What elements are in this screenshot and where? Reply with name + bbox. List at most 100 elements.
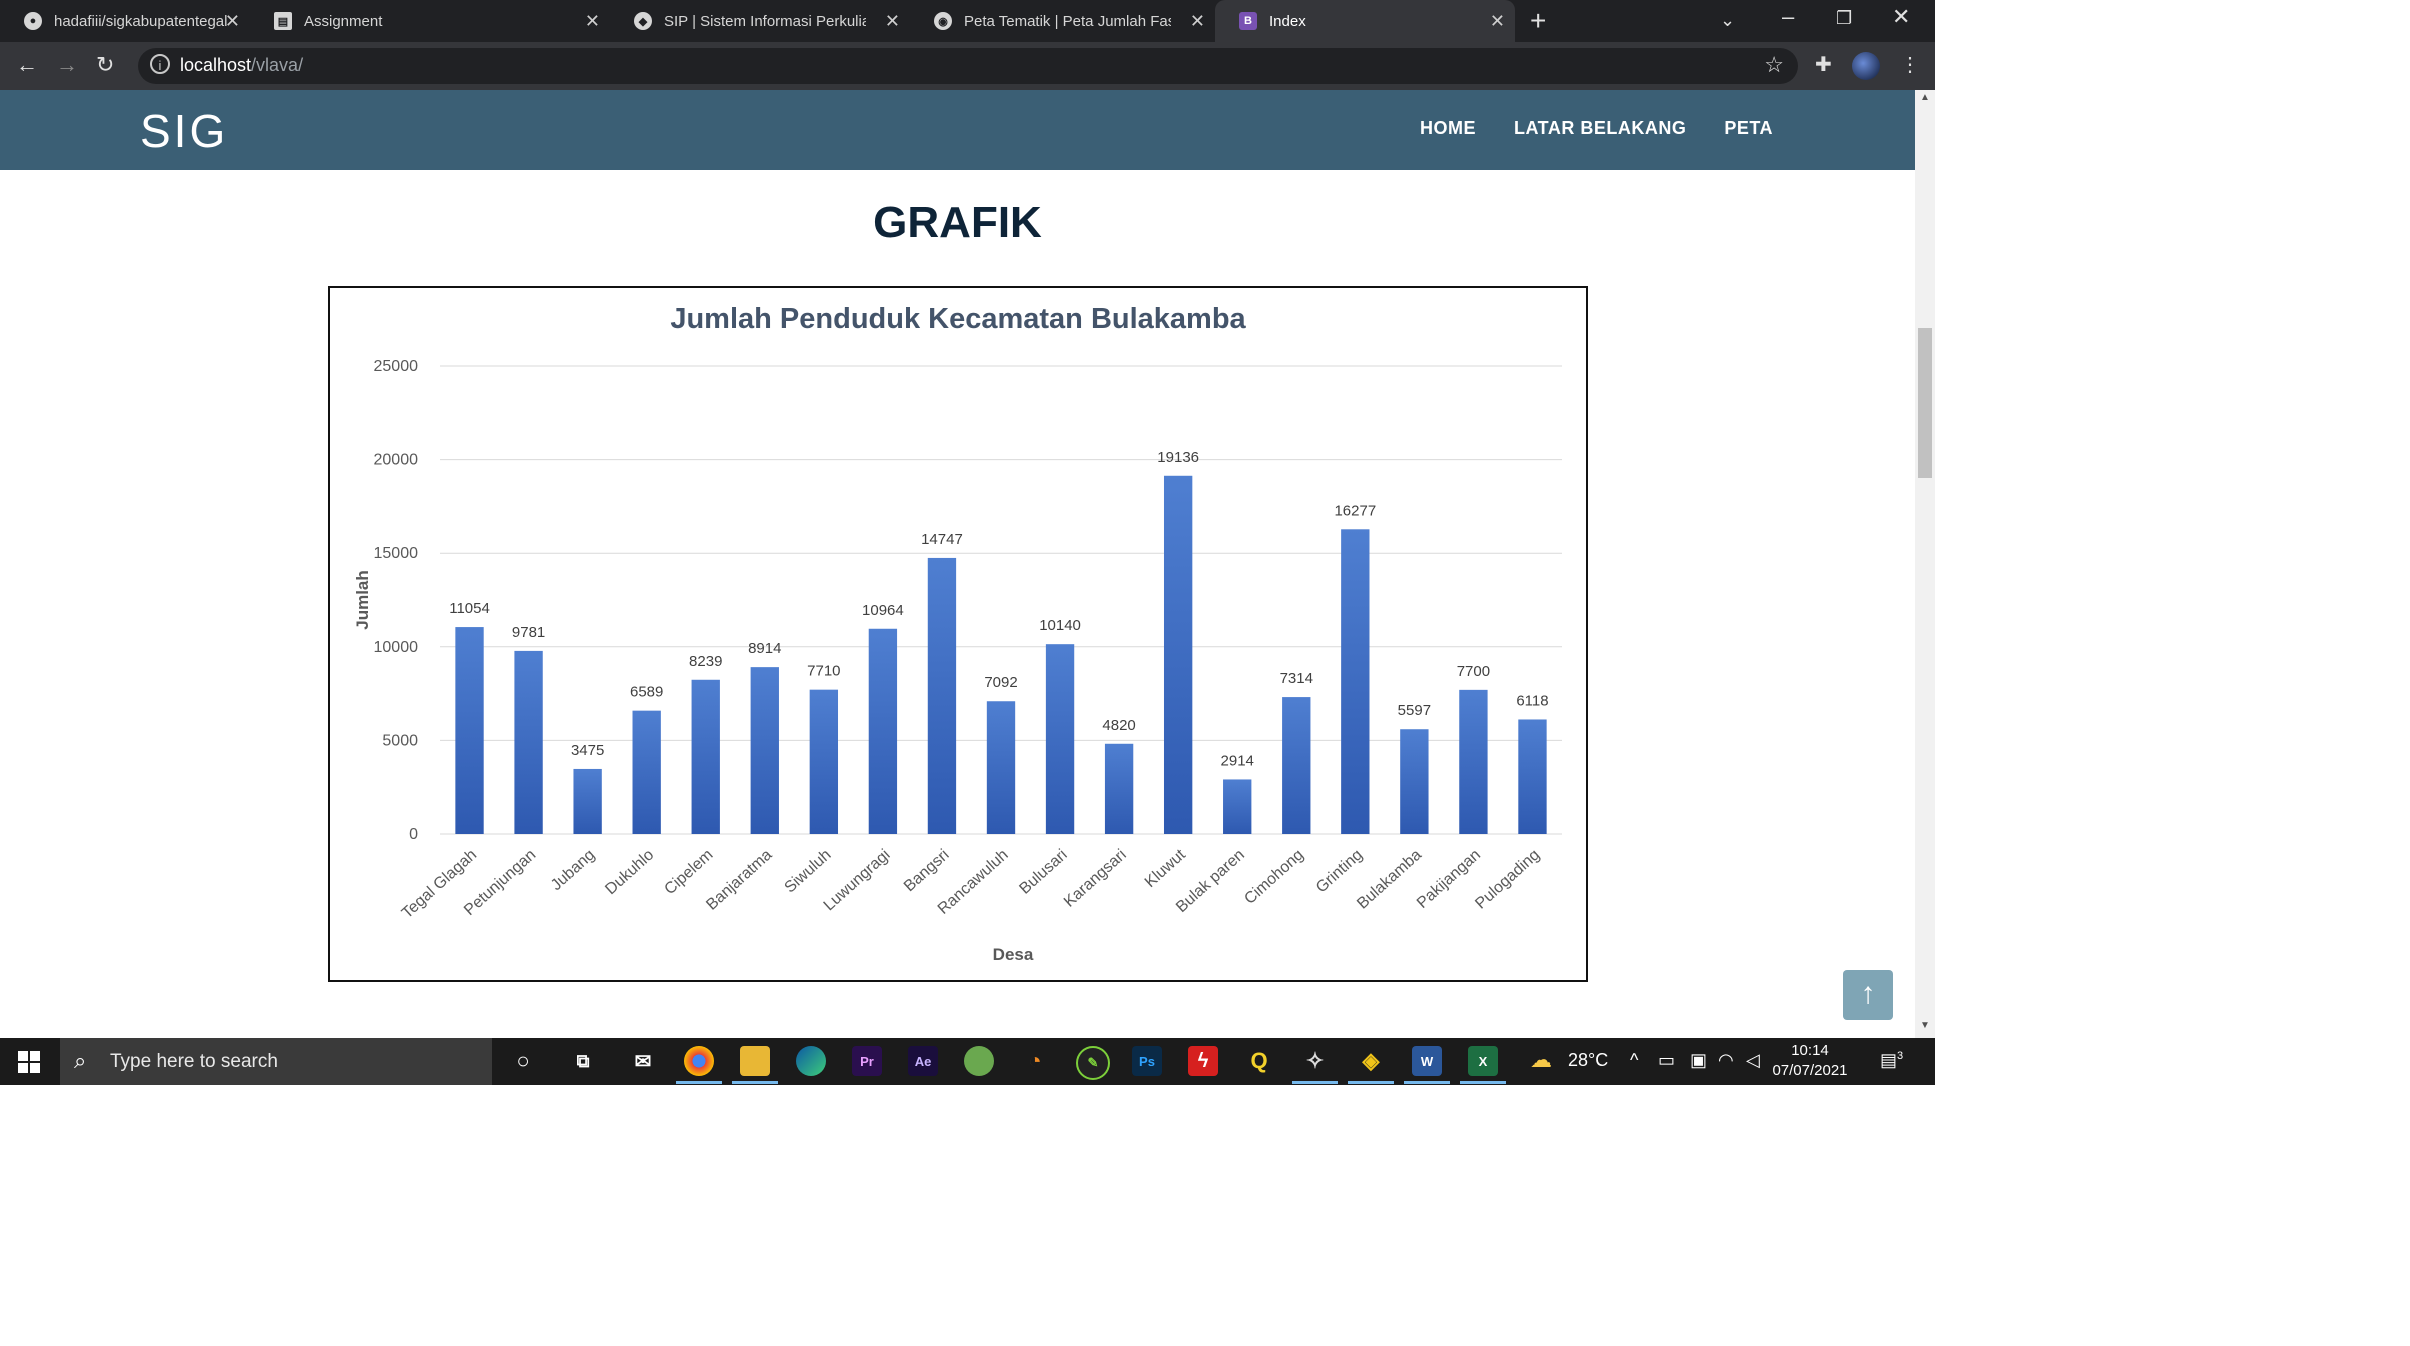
data-label: 7092 — [984, 674, 1017, 691]
x-tick-label: Cipelem — [661, 846, 716, 898]
tab-index[interactable]: B Index ✕ — [1215, 0, 1515, 42]
page-scrollbar[interactable]: ▲ ▼ — [1915, 90, 1935, 1038]
lightning-app-icon[interactable]: ϟ — [1188, 1046, 1218, 1076]
browser-window: ● hadafiii/sigkabupatentegal ✕ ▤ Assignm… — [0, 0, 1935, 1085]
excel-icon[interactable]: X — [1460, 1046, 1506, 1084]
data-label: 7700 — [1457, 663, 1490, 680]
bar — [1163, 475, 1193, 834]
tab-sip[interactable]: ◆ SIP | Sistem Informasi Perkuliahan ✕ — [610, 0, 910, 42]
data-label: 7314 — [1280, 670, 1313, 687]
bootstrap-icon: B — [1239, 12, 1257, 30]
back-to-top-button[interactable]: ↑ — [1843, 970, 1893, 1020]
after-effects-icon[interactable]: Ae — [908, 1046, 938, 1076]
data-label: 6589 — [630, 684, 663, 701]
word-icon[interactable]: W — [1404, 1046, 1450, 1084]
tab-peta-tematik[interactable]: ◉ Peta Tematik | Peta Jumlah Fasilitas ✕ — [910, 0, 1215, 42]
back-button[interactable]: ← — [16, 50, 38, 80]
y-tick-label: 10000 — [374, 639, 419, 656]
data-label: 10964 — [862, 602, 904, 619]
new-tab-button[interactable]: + — [1530, 6, 1546, 36]
tray-chevron-icon[interactable]: ^ — [1630, 1050, 1638, 1071]
x-tick-label: Dukuhlo — [602, 846, 657, 898]
tab-search-icon[interactable]: ⌄ — [1720, 10, 1735, 31]
file-explorer-icon[interactable] — [732, 1046, 778, 1084]
scroll-up-arrow[interactable]: ▲ — [1918, 92, 1932, 106]
chrome-icon[interactable] — [676, 1046, 722, 1084]
task-view-icon[interactable]: ⧉ — [568, 1046, 598, 1076]
bar — [1459, 689, 1488, 834]
info-icon[interactable]: i — [150, 54, 170, 74]
globe-icon: ◉ — [934, 12, 952, 30]
cortana-icon[interactable]: ○ — [508, 1046, 538, 1076]
close-icon[interactable]: ✕ — [585, 10, 600, 32]
chart-image: Jumlah Penduduk Kecamatan Bulakamba 0 5000… — [328, 286, 1588, 982]
git-icon[interactable]: ◈ — [1348, 1046, 1394, 1084]
data-label: 7710 — [807, 663, 840, 680]
close-icon[interactable]: ✕ — [1490, 10, 1505, 32]
menu-dots-icon[interactable]: ⋮ — [1900, 52, 1920, 77]
x-tick-label: Cimohong — [1241, 846, 1307, 907]
edge-icon[interactable] — [796, 1046, 826, 1076]
extensions-puzzle-icon[interactable]: ✚ — [1815, 52, 1832, 77]
x-tick-label: Bulusari — [1016, 846, 1070, 897]
close-window-button[interactable]: ✕ — [1892, 4, 1910, 30]
bar — [986, 701, 1016, 834]
bar — [573, 768, 602, 834]
bar — [514, 650, 543, 834]
site-brand[interactable]: SIG — [140, 104, 228, 158]
bar — [750, 667, 779, 834]
weather-icon[interactable]: ☁ — [1530, 1047, 1552, 1073]
github-icon: ● — [24, 12, 42, 30]
minimize-button[interactable]: – — [1782, 4, 1794, 30]
bookmark-star-icon[interactable]: ☆ — [1764, 52, 1784, 78]
shield-icon: ◆ — [634, 12, 652, 30]
search-icon: ⌕ — [74, 1048, 87, 1073]
x-tick-label: Siwuluh — [782, 846, 835, 896]
url-input[interactable]: i localhost/vlava/ ☆ — [138, 48, 1798, 84]
maps-app-icon[interactable] — [964, 1046, 994, 1076]
restore-button[interactable]: ❐ — [1836, 8, 1852, 29]
bar — [1104, 743, 1134, 834]
weather-temp[interactable]: 28°C — [1568, 1050, 1608, 1071]
x-tick-label: Bangsri — [901, 846, 953, 895]
blender-icon[interactable]: ◔ — [1020, 1046, 1050, 1076]
nav-home[interactable]: HOME — [1420, 118, 1476, 139]
scroll-down-arrow[interactable]: ▼ — [1918, 1020, 1932, 1034]
x-tick-label: Karangsari — [1061, 846, 1130, 910]
data-label: 8914 — [748, 640, 781, 657]
taskbar-clock[interactable]: 10:14 07/07/2021 — [1770, 1041, 1850, 1081]
profile-avatar[interactable] — [1852, 52, 1880, 80]
nav-peta[interactable]: PETA — [1724, 118, 1773, 139]
photoshop-icon[interactable]: Ps — [1132, 1046, 1162, 1076]
forward-button[interactable]: → — [56, 50, 78, 80]
x-axis-label: Desa — [993, 945, 1034, 964]
data-label: 6118 — [1516, 692, 1548, 709]
notification-icon[interactable]: ▤3 — [1880, 1050, 1903, 1071]
url-path: /vlava/ — [251, 55, 304, 75]
bar-chart: Jumlah Penduduk Kecamatan Bulakamba 0 5000… — [353, 303, 1562, 964]
bar — [927, 557, 957, 834]
close-icon[interactable]: ✕ — [885, 10, 900, 32]
mail-icon[interactable]: ✉ — [628, 1046, 658, 1076]
battery-icon[interactable]: ▭ — [1658, 1050, 1675, 1071]
close-icon[interactable]: ✕ — [225, 10, 240, 32]
close-icon[interactable]: ✕ — [1190, 10, 1205, 32]
app-circle-icon[interactable]: ✎ — [1076, 1046, 1110, 1080]
nav-latar-belakang[interactable]: LATAR BELAKANG — [1514, 118, 1686, 139]
app-bird-icon[interactable]: ✧ — [1292, 1046, 1338, 1084]
tab-github[interactable]: ● hadafiii/sigkabupatentegal ✕ — [0, 0, 250, 42]
tab-assignment[interactable]: ▤ Assignment ✕ — [250, 0, 610, 42]
volume-icon[interactable]: ◁ — [1746, 1050, 1760, 1071]
windows-start-icon[interactable] — [18, 1051, 40, 1073]
y-tick-label: 5000 — [382, 732, 418, 749]
qgis-icon[interactable]: Q — [1244, 1046, 1274, 1076]
wifi-icon[interactable]: ◠ — [1718, 1050, 1734, 1071]
tab-title: hadafiii/sigkabupatentegal — [54, 12, 228, 30]
taskbar-search[interactable]: ⌕ Type here to search — [60, 1038, 492, 1085]
search-placeholder: Type here to search — [110, 1051, 278, 1072]
scrollbar-thumb[interactable] — [1918, 328, 1932, 478]
reload-button[interactable]: ↻ — [96, 50, 114, 80]
device-icon[interactable]: ▣ — [1690, 1050, 1707, 1071]
premiere-icon[interactable]: Pr — [852, 1046, 882, 1076]
document-icon: ▤ — [274, 12, 292, 30]
